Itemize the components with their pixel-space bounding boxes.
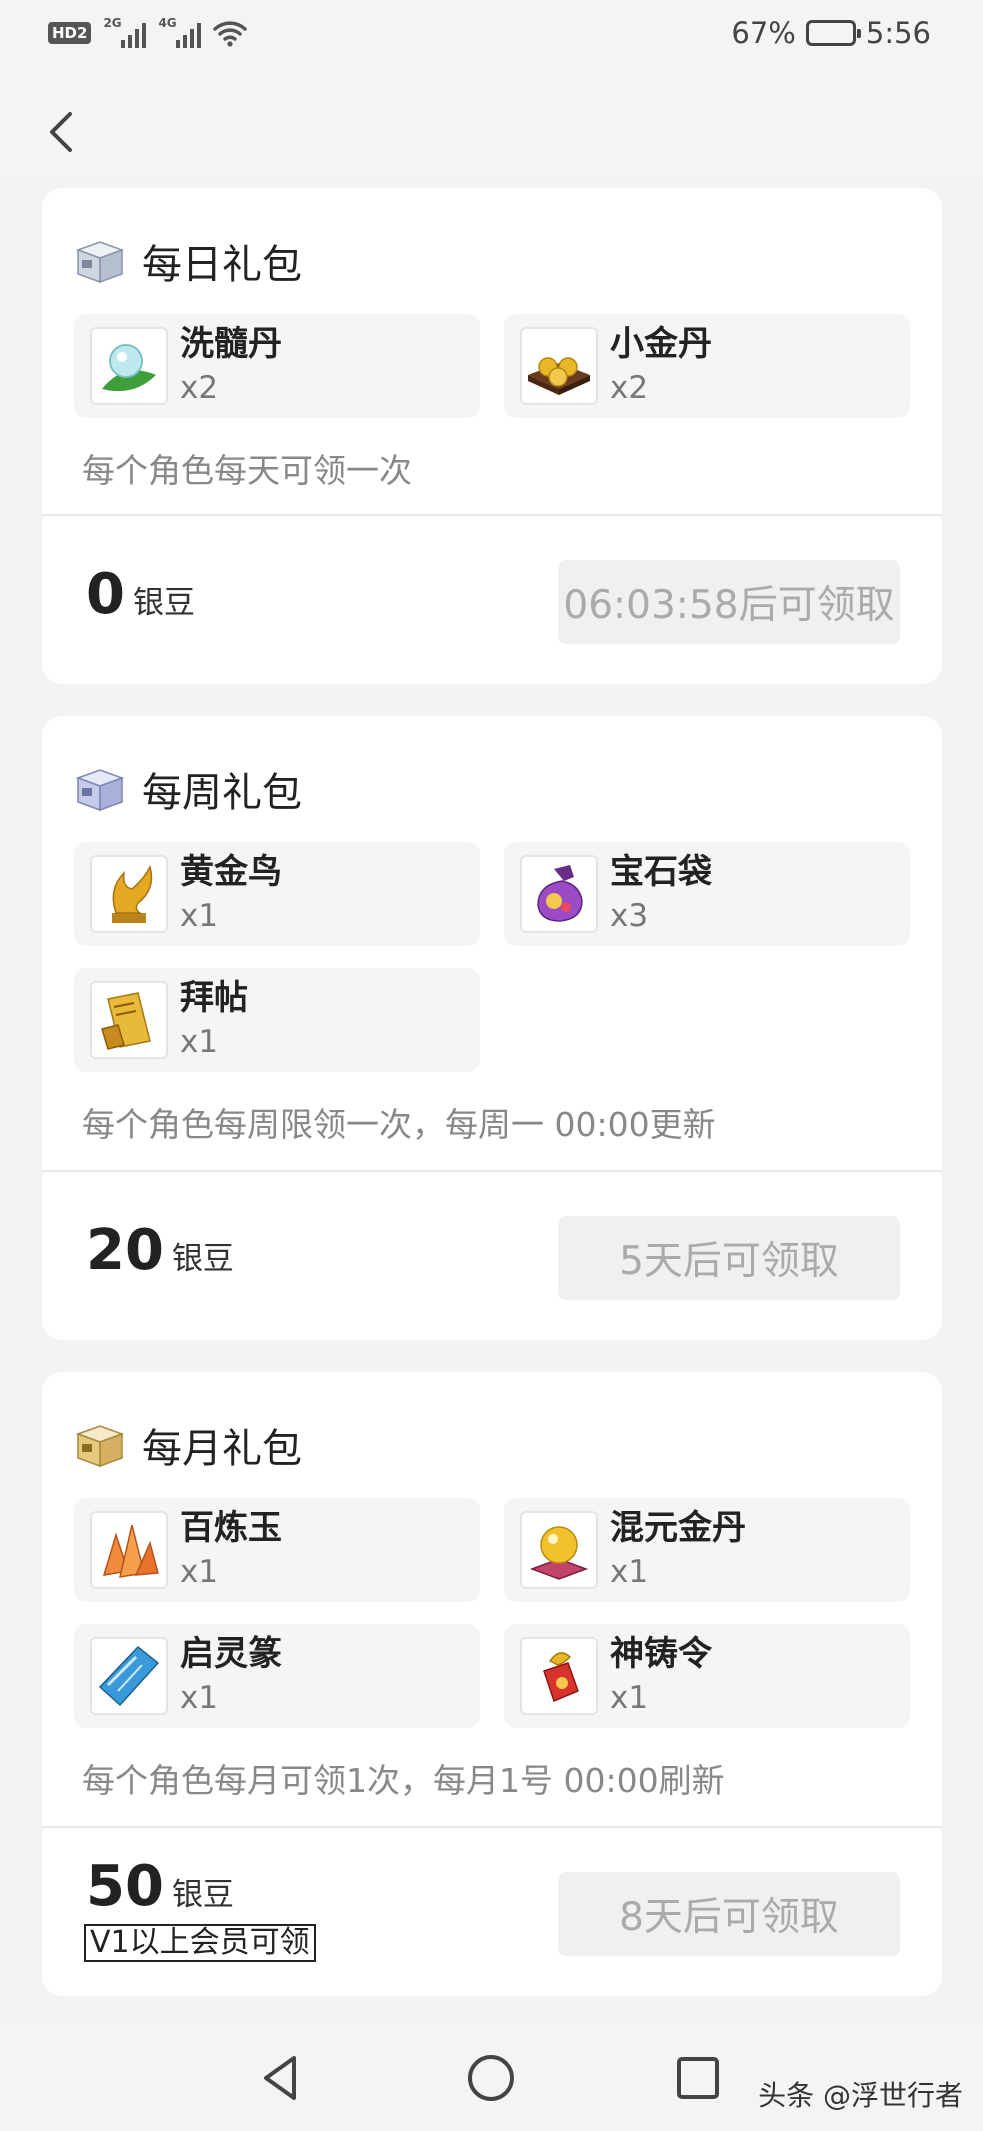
golden-bird-icon: [90, 855, 168, 933]
golden-orb-icon: [520, 1511, 598, 1589]
item-card[interactable]: 宝石袋 x3: [504, 842, 910, 946]
daily-gift-card: 每日礼包 洗髓丹 x2 小金丹 x2 每个角色每天可领一次 0 银豆 06:03…: [42, 188, 942, 684]
price: 50 银豆: [86, 1854, 234, 1919]
item-name: 洗髓丹: [180, 324, 282, 364]
monthly-gift-card: 每月礼包 百炼玉 x1 混元金丹 x1 启灵篆 x1 神铸令 x1 每个角色每月…: [42, 1372, 942, 1996]
item-quantity: x2: [610, 370, 649, 406]
signal-4g-icon: 4G: [158, 16, 202, 48]
battery-percent: 67%: [731, 16, 796, 50]
square-recents-icon: [677, 2057, 719, 2099]
item-name: 拜帖: [180, 978, 248, 1018]
divider: [42, 1170, 942, 1172]
invitation-card-icon: [90, 981, 168, 1059]
card-title: 每月礼包: [142, 1426, 302, 1472]
vip-requirement-tag: V1以上会员可领: [84, 1924, 316, 1962]
system-nav-bar: 头条 @浮世行者: [0, 2022, 983, 2131]
item-name: 小金丹: [610, 324, 712, 364]
item-card[interactable]: 混元金丹 x1: [504, 1498, 910, 1602]
nav-home-button[interactable]: [463, 2050, 519, 2106]
claim-button[interactable]: 5天后可领取: [558, 1216, 900, 1300]
price-unit: 银豆: [171, 1241, 234, 1277]
item-name: 启灵篆: [180, 1634, 282, 1674]
item-name: 神铸令: [610, 1634, 712, 1674]
pill-orb-icon: [90, 327, 168, 405]
blue-scroll-icon: [90, 1637, 168, 1715]
gift-box-icon: [74, 766, 126, 812]
price-value: 50: [86, 1854, 164, 1919]
claim-rule-note: 每个角色每月可领1次，每月1号 00:00刷新: [82, 1761, 725, 1800]
item-quantity: x1: [180, 1554, 219, 1590]
claim-rule-note: 每个角色每天可领一次: [82, 451, 412, 490]
claim-rule-note: 每个角色每周限领一次，每周一 00:00更新: [82, 1105, 716, 1144]
divider: [42, 1826, 942, 1828]
hd-badge: HD2: [48, 22, 92, 44]
item-card[interactable]: 拜帖 x1: [74, 968, 480, 1072]
nav-bar: [0, 72, 983, 182]
item-card[interactable]: 洗髓丹 x2: [74, 314, 480, 418]
item-quantity: x1: [610, 1554, 649, 1590]
card-header: 每周礼包: [74, 760, 302, 818]
status-bar: HD2 2G 4G 67% 5:56: [0, 0, 983, 72]
battery-icon: [805, 20, 861, 46]
item-quantity: x1: [610, 1680, 649, 1716]
nav-back-button[interactable]: [254, 2050, 310, 2106]
price-unit: 银豆: [171, 1877, 234, 1913]
claim-button[interactable]: 06:03:58后可领取: [558, 560, 900, 644]
price: 0 银豆: [86, 562, 195, 627]
item-quantity: x3: [610, 898, 649, 934]
price: 20 银豆: [86, 1218, 234, 1283]
item-quantity: x1: [180, 1024, 219, 1060]
card-header: 每日礼包: [74, 232, 302, 290]
item-card[interactable]: 黄金鸟 x1: [74, 842, 480, 946]
price-unit: 银豆: [132, 585, 195, 621]
item-card[interactable]: 神铸令 x1: [504, 1624, 910, 1728]
item-card[interactable]: 小金丹 x2: [504, 314, 910, 418]
item-quantity: x1: [180, 898, 219, 934]
claim-button[interactable]: 8天后可领取: [558, 1872, 900, 1956]
gem-bag-icon: [520, 855, 598, 933]
item-card[interactable]: 百炼玉 x1: [74, 1498, 480, 1602]
back-button[interactable]: [42, 108, 82, 156]
item-name: 混元金丹: [610, 1508, 746, 1548]
weekly-gift-card: 每周礼包 黄金鸟 x1 宝石袋 x3 拜帖 x1 每个角色每周限领一次，每周一 …: [42, 716, 942, 1340]
nav-recents-button[interactable]: [670, 2050, 726, 2106]
gift-box-icon: [74, 1422, 126, 1468]
circle-home-icon: [468, 2055, 514, 2101]
chevron-left-icon: [50, 112, 72, 152]
item-name: 宝石袋: [610, 852, 712, 892]
gold-pills-tray-icon: [520, 327, 598, 405]
signal-2g-icon: 2G: [103, 16, 147, 48]
item-name: 黄金鸟: [180, 852, 282, 892]
forge-token-icon: [520, 1637, 598, 1715]
price-value: 20: [86, 1218, 164, 1283]
watermark: 头条 @浮世行者: [758, 2079, 963, 2112]
card-header: 每月礼包: [74, 1416, 302, 1474]
item-quantity: x1: [180, 1680, 219, 1716]
item-name: 百炼玉: [180, 1508, 282, 1548]
price-value: 0: [86, 562, 125, 627]
item-card[interactable]: 启灵篆 x1: [74, 1624, 480, 1728]
triangle-back-icon: [264, 2056, 296, 2100]
clock: 5:56: [865, 16, 931, 50]
card-title: 每周礼包: [142, 770, 302, 816]
item-quantity: x2: [180, 370, 219, 406]
divider: [42, 514, 942, 516]
card-title: 每日礼包: [142, 242, 302, 288]
wifi-icon: [213, 19, 248, 47]
refined-jade-icon: [90, 1511, 168, 1589]
gift-box-icon: [74, 238, 126, 284]
